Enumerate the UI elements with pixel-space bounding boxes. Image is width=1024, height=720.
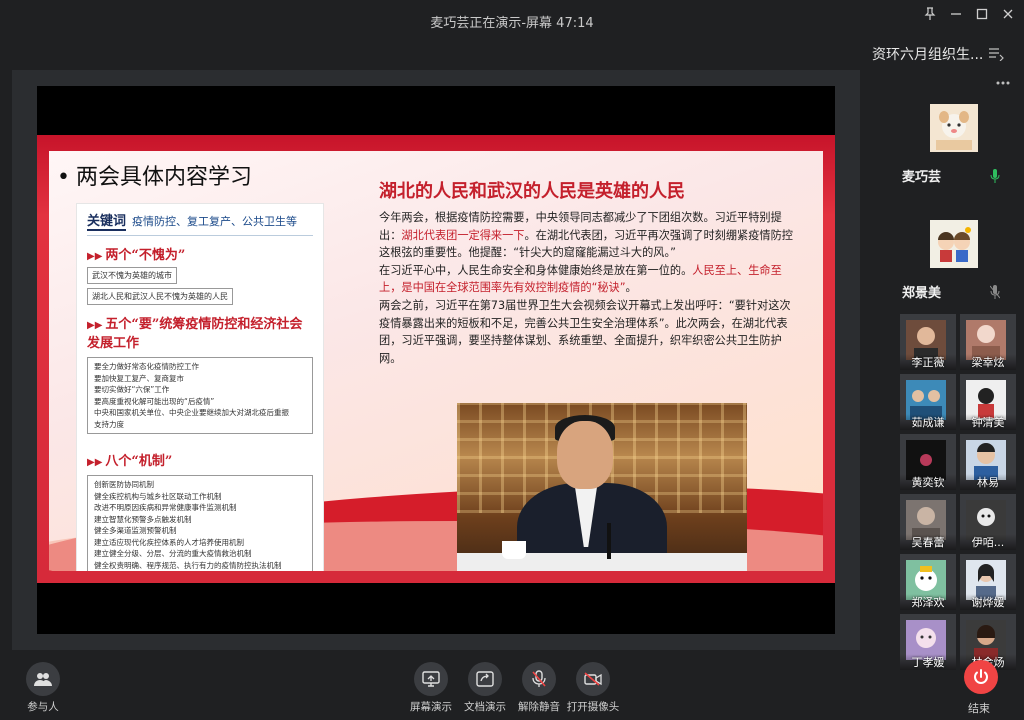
double-arrow-icon: ▶▶ xyxy=(87,251,103,262)
doc-share-button[interactable] xyxy=(468,662,502,696)
pin-icon[interactable] xyxy=(920,6,940,22)
participant-name: 林易 xyxy=(960,474,1016,490)
minimize-icon[interactable] xyxy=(946,6,966,22)
title-bar: 麦巧芸正在演示-屏幕 47:14 xyxy=(0,0,1024,40)
list-item: 要加快复工复产、复商复市 xyxy=(94,373,184,383)
mic-muted-icon xyxy=(532,670,546,687)
power-icon xyxy=(974,669,988,684)
slide-main-title: 湖北的人民和武汉的人民是英雄的人民 xyxy=(379,181,685,202)
list-item: 湖北人民和武汉人民不愧为英雄的人民 xyxy=(87,288,233,305)
participants-panel: 资环六月组织生... 麦巧芸 郑景美 李正薇 梁幸炫 茹成谦 钟清美 黄奕钦 林… xyxy=(872,40,1024,720)
double-arrow-icon: ▶▶ xyxy=(87,320,103,331)
list-icon[interactable] xyxy=(988,46,1004,62)
meeting-app: 麦巧芸正在演示-屏幕 47:14 两会具体内容学习 xyxy=(0,0,1024,720)
shared-screen-area: 两会具体内容学习 关键词 疫情防控、复工复产、公共卫生等 ▶▶两个“不愧为” 武… xyxy=(12,70,860,650)
screen-share-button[interactable] xyxy=(414,662,448,696)
highlight-text: 湖北代表团一定得来一下 xyxy=(401,228,525,242)
group-name: 资环六月组织生... xyxy=(872,47,984,63)
paragraph-2: 在习近平心中，人民生命安全和身体健康始终是放在第一位的。人民至上、生命至上，是中… xyxy=(379,263,782,295)
participant-name: 伊咟... xyxy=(960,534,1016,550)
mic-off-icon xyxy=(989,284,1001,299)
participant-tile[interactable]: 丁孝媛 xyxy=(900,614,956,670)
participant-name: 丁孝媛 xyxy=(900,654,956,670)
participant-tile[interactable]: 钟清美 xyxy=(960,374,1016,430)
participant-name: 谢烨媛 xyxy=(960,594,1016,610)
camera-label: 打开摄像头 xyxy=(566,701,620,713)
screen-share-icon xyxy=(422,671,440,687)
double-arrow-icon: ▶▶ xyxy=(87,457,103,468)
doc-share-icon xyxy=(476,671,494,687)
keyword-row: 关键词 疫情防控、复工复产、公共卫生等 xyxy=(87,210,313,236)
participant-name: 黄奕钦 xyxy=(900,474,956,490)
participant-tile[interactable]: 伊咟... xyxy=(960,494,1016,550)
end-meeting-label: 结束 xyxy=(968,702,990,715)
close-icon[interactable] xyxy=(998,6,1018,22)
participant-tile[interactable]: 谢烨媛 xyxy=(960,554,1016,610)
window-title: 麦巧芸正在演示-屏幕 47:14 xyxy=(430,16,594,31)
list-item: 建立健全分级、分层、分流的重大疫情救治机制 xyxy=(94,549,252,558)
participant-name: 钟清美 xyxy=(960,414,1016,430)
list-item: 健全权责明确、程序规范、执行有力的疫情防控执法机制 xyxy=(94,560,282,570)
list-item: 建立适应现代化疾控体系的人才培养使用机制 xyxy=(94,537,244,547)
participants-label: 参与人 xyxy=(27,701,59,713)
slide-heading: 两会具体内容学习 xyxy=(57,159,252,191)
keyword-text: 疫情防控、复工复产、公共卫生等 xyxy=(132,215,298,228)
participant-name: 郑泽欢 xyxy=(900,594,956,610)
speaker-tile[interactable]: 郑景美 xyxy=(896,196,1012,306)
participants-button[interactable] xyxy=(26,662,60,696)
participant-tile[interactable]: 茹成谦 xyxy=(900,374,956,430)
participant-tile[interactable]: 林易 xyxy=(960,434,1016,490)
paragraph-3: 两会之前，习近平在第73届世界卫生大会视频会议开幕式上发出呼吁：“要针对这次疫情… xyxy=(379,298,791,365)
speaker-name: 郑景美 xyxy=(902,286,942,301)
list-item: 改进不明原因疾病和异常健康事件监测机制 xyxy=(94,503,237,512)
window-controls xyxy=(920,6,1018,22)
camera-button[interactable] xyxy=(576,662,610,696)
slide-content: 两会具体内容学习 关键词 疫情防控、复工复产、公共卫生等 ▶▶两个“不愧为” 武… xyxy=(49,151,823,571)
avatar xyxy=(930,220,978,268)
avatar xyxy=(930,104,978,152)
participant-name: 梁幸炫 xyxy=(960,354,1016,370)
list-item: 支持力度 xyxy=(94,419,124,429)
section-title-eight: ▶▶ 八个“机制” xyxy=(87,454,173,469)
unmute-button[interactable] xyxy=(522,662,556,696)
participant-name: 茹成谦 xyxy=(900,414,956,430)
list-item: 建立智慧化预警多点触发机制 xyxy=(94,514,192,524)
section-box-five: 要全力做好常态化疫情防控工作 要加快复工复产、复商复市 要切实做好“六保”工作 … xyxy=(87,357,313,434)
slide-paragraphs: 今年两会，根据疫情防控需要，中央领导同志都减少了下团组次数。习近平特别提出：湖北… xyxy=(379,209,799,367)
participant-tile[interactable]: 李正薇 xyxy=(900,314,956,370)
shared-screen: 两会具体内容学习 关键词 疫情防控、复工复产、公共卫生等 ▶▶两个“不愧为” 武… xyxy=(37,86,835,634)
keyword-card: 关键词 疫情防控、复工复产、公共卫生等 ▶▶ 两个“不愧为” 武汉不愧为英雄的城市… xyxy=(76,203,324,571)
section-title-two: ▶▶ 两个“不愧为” xyxy=(87,248,186,263)
list-item: 健全多渠道监测预警机制 xyxy=(94,526,177,535)
list-item: 要全力做好常态化疫情防控工作 xyxy=(94,362,199,371)
participant-name: 吴春蕾 xyxy=(900,534,956,550)
more-icon[interactable] xyxy=(996,70,1010,85)
people-icon xyxy=(34,673,52,686)
participant-tile[interactable]: 梁幸炫 xyxy=(960,314,1016,370)
list-item: 要高度重视化解可能出现的“后疫情” xyxy=(94,396,215,406)
list-item: 要切实做好“六保”工作 xyxy=(94,385,170,394)
keyword-label: 关键词 xyxy=(87,210,127,231)
speaker-name: 麦巧芸 xyxy=(902,170,942,185)
camera-off-icon xyxy=(584,672,602,686)
section-title-five: ▶▶ 五个“要”统筹疫情防控和经济社会发展工作 xyxy=(87,317,303,351)
slide-photo xyxy=(457,403,747,571)
maximize-icon[interactable] xyxy=(972,6,992,22)
section-box-eight: 创新医防协同机制 健全疾控机构与城乡社区联动工作机制 改进不明原因疾病和异常健康… xyxy=(87,475,313,571)
participant-tile[interactable]: 郑泽欢 xyxy=(900,554,956,610)
paragraph-1: 今年两会，根据疫情防控需要，中央领导同志都减少了下团组次数。习近平特别提出：湖北… xyxy=(379,211,793,260)
list-item: 武汉不愧为英雄的城市 xyxy=(87,267,177,284)
mic-on-icon xyxy=(990,168,1000,183)
participant-tile[interactable]: 黄奕钦 xyxy=(900,434,956,490)
list-item: 中央和国家机关单位、中央企业要继续加大对湖北疫后重振 xyxy=(94,408,289,417)
presentation-slide: 两会具体内容学习 关键词 疫情防控、复工复产、公共卫生等 ▶▶两个“不愧为” 武… xyxy=(37,135,835,583)
end-meeting-button[interactable] xyxy=(964,660,998,694)
participant-tile[interactable]: 吴春蕾 xyxy=(900,494,956,550)
list-item: 健全疾控机构与城乡社区联动工作机制 xyxy=(94,491,222,501)
participant-name: 李正薇 xyxy=(900,354,956,370)
list-item: 创新医防协同机制 xyxy=(94,480,154,489)
speaker-tile[interactable]: 麦巧芸 xyxy=(896,80,1012,190)
